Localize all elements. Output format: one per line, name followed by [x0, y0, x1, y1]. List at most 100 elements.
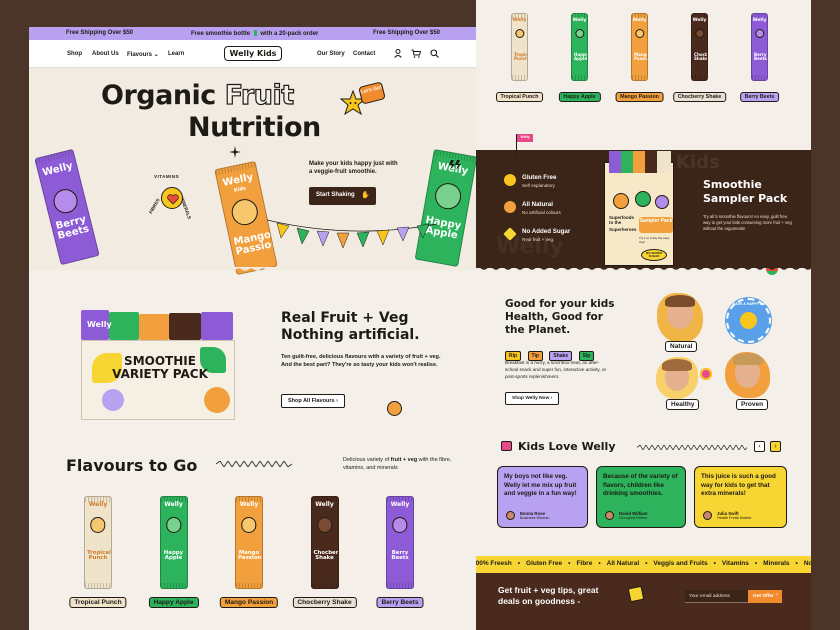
badge-text-left: FIBRES: [148, 197, 161, 215]
bar-face: [574, 28, 585, 39]
hero-title-fruit: Fruit: [224, 79, 295, 111]
avatar: [605, 511, 614, 520]
box-text-d: Try 1 to 4 day the easy way!: [639, 236, 670, 244]
flavours-desc-b: fruit + veg: [390, 457, 418, 463]
sampler-copy: Try all 5 smoothie flavours! An easy, gu…: [703, 214, 792, 232]
email-field[interactable]: Your email address: [685, 590, 749, 603]
testimonial-quote: Because of the variety of flavors, child…: [603, 473, 678, 497]
flavour-label[interactable]: Happy Apple: [558, 92, 601, 102]
bar-face: [433, 181, 464, 212]
marquee-item: Fibre: [576, 560, 593, 567]
flavour-label[interactable]: Chocberry Shake: [672, 92, 727, 102]
start-shaking-button[interactable]: Start Shaking ✋: [309, 187, 376, 205]
label-proven: Proven: [736, 399, 769, 410]
pack-blob: [102, 389, 124, 411]
next-arrow-button[interactable]: ›: [770, 441, 781, 452]
sampler-title-1: Smoothie: [703, 178, 762, 191]
flavour-bar[interactable]: Welly Berry Beets: [386, 496, 414, 589]
hero-title-organic: Organic: [101, 80, 216, 111]
user-icon[interactable]: [394, 49, 402, 58]
marquee-track: 100% Freesh • Gluten Free • Fibre • All Natura…: [476, 560, 811, 567]
author-role: Occupied Father: [619, 516, 648, 520]
box-face: [655, 195, 669, 209]
squiggle-line: [637, 445, 747, 450]
nav-flavours[interactable]: Flavours ⌄: [127, 51, 159, 58]
bar-face: [90, 517, 106, 533]
search-icon[interactable]: [430, 49, 439, 58]
flavour-label[interactable]: Happy Apple: [148, 597, 199, 608]
flavour-bar[interactable]: Welly Berry Beets: [751, 13, 768, 81]
box-bar: [609, 151, 621, 173]
lets-go-burst: Let's Go!: [358, 81, 386, 105]
hero-section: Organic Fruit Nutrition Let's Go! Welly …: [29, 68, 476, 276]
flavour-bar[interactable]: Welly Mango Passion: [235, 496, 263, 589]
pack-blob: [204, 387, 230, 413]
bar-face: [392, 517, 408, 533]
hero-copy: Make your kids happy just with a veggie-…: [309, 161, 398, 176]
bar-name: Happy Apple: [574, 52, 588, 62]
flavour-bar[interactable]: Welly Chocberry Shake: [310, 496, 339, 589]
nav-our-story[interactable]: Our Story: [317, 51, 345, 57]
start-shaking-label: Start Shaking: [316, 192, 355, 198]
flavour-label[interactable]: Mango Passion: [219, 597, 279, 608]
flavour-label[interactable]: Mango Passion: [615, 92, 664, 102]
flag-text: Welly: [517, 134, 533, 142]
box-bars: [609, 151, 671, 173]
flavour-bar[interactable]: Welly Happy Apple: [159, 496, 188, 589]
bar-name: Berry Beets: [54, 213, 91, 242]
flavour-label[interactable]: Berry Beets: [376, 597, 424, 608]
sparkle-icon: [229, 146, 241, 158]
pack-bar: [169, 313, 201, 340]
flavour-label[interactable]: Berry Beets: [739, 92, 780, 102]
box-bar: [645, 151, 657, 173]
bar-brand: Welly: [41, 160, 74, 179]
nav-about[interactable]: About Us: [92, 51, 119, 57]
bar-brand: Welly: [512, 18, 527, 23]
marquee-separator-icon: •: [754, 560, 758, 567]
marquee-separator-icon: •: [795, 560, 798, 567]
marquee-separator-icon: •: [645, 560, 648, 567]
right-panel: Welly Tropical Punch Tropical Punch Well…: [476, 0, 811, 630]
pack-bar: [139, 314, 169, 340]
newsletter-title-a: Get: [498, 585, 513, 595]
benefit-title: All Natural: [522, 201, 553, 208]
bar-face: [229, 196, 261, 228]
vitamins-badge: VITAMINS MINERALS FIBRES: [148, 174, 196, 222]
flavour-bar[interactable]: Welly Happy Apple: [571, 13, 588, 81]
bar-crimp: [512, 75, 527, 80]
benefit-title: No Added Sugar: [522, 228, 571, 235]
flavour-bar[interactable]: Welly Tropical Punch: [511, 13, 528, 81]
health-copy: Breakfast in a hurry, a lunchbox treat, …: [505, 360, 607, 379]
nav-contact[interactable]: Contact: [353, 51, 375, 57]
get-offer-button[interactable]: Get Offer ›: [748, 590, 782, 603]
shop-all-flavours-button[interactable]: Shop All Flavours ›: [281, 394, 345, 408]
bottle-icon: [253, 30, 257, 36]
bar-brand: Welly: [752, 18, 767, 23]
hero-title-line1: Organic Fruit: [101, 79, 295, 111]
flavour-bar[interactable]: Welly Tropical Punch: [84, 496, 112, 589]
bar-name: Tropical Punch: [514, 52, 528, 62]
flavour-bar[interactable]: Welly Mango Passion: [631, 13, 648, 81]
bar-face: [754, 28, 765, 39]
announcement-center-suffix: with a 20-pack order: [260, 31, 319, 37]
logo[interactable]: Welly Kids: [224, 46, 282, 61]
marquee-item: Gluten Free: [526, 560, 563, 567]
kid-hair: [662, 359, 692, 371]
flavour-bar[interactable]: Welly Chocberry Shake: [691, 13, 708, 81]
shop-welly-now-button[interactable]: Shop Welly Now ›: [505, 392, 560, 405]
marquee-item: Veggis and Fruits: [653, 560, 708, 567]
sampler-box: Superfoods to the Superheroes Sampler Pa…: [604, 151, 674, 266]
bar-name: Happy Apple: [163, 549, 184, 562]
nav-learn[interactable]: Learn: [168, 51, 184, 57]
sun-icon: [504, 174, 516, 186]
bar-face: [241, 517, 257, 533]
nav-shop[interactable]: Shop: [67, 51, 82, 57]
flavour-label[interactable]: Tropical Punch: [69, 597, 127, 608]
pack-bar: [201, 312, 233, 340]
prev-arrow-button[interactable]: ‹: [754, 441, 765, 452]
shop-all-flavours-label: Shop All Flavours: [288, 398, 335, 404]
author-role: Health Freak Mother: [717, 516, 752, 520]
flavour-label[interactable]: Tropical Punch: [495, 92, 544, 102]
cart-icon[interactable]: [411, 49, 421, 58]
flavour-label[interactable]: Chocberry Shake: [292, 597, 357, 608]
